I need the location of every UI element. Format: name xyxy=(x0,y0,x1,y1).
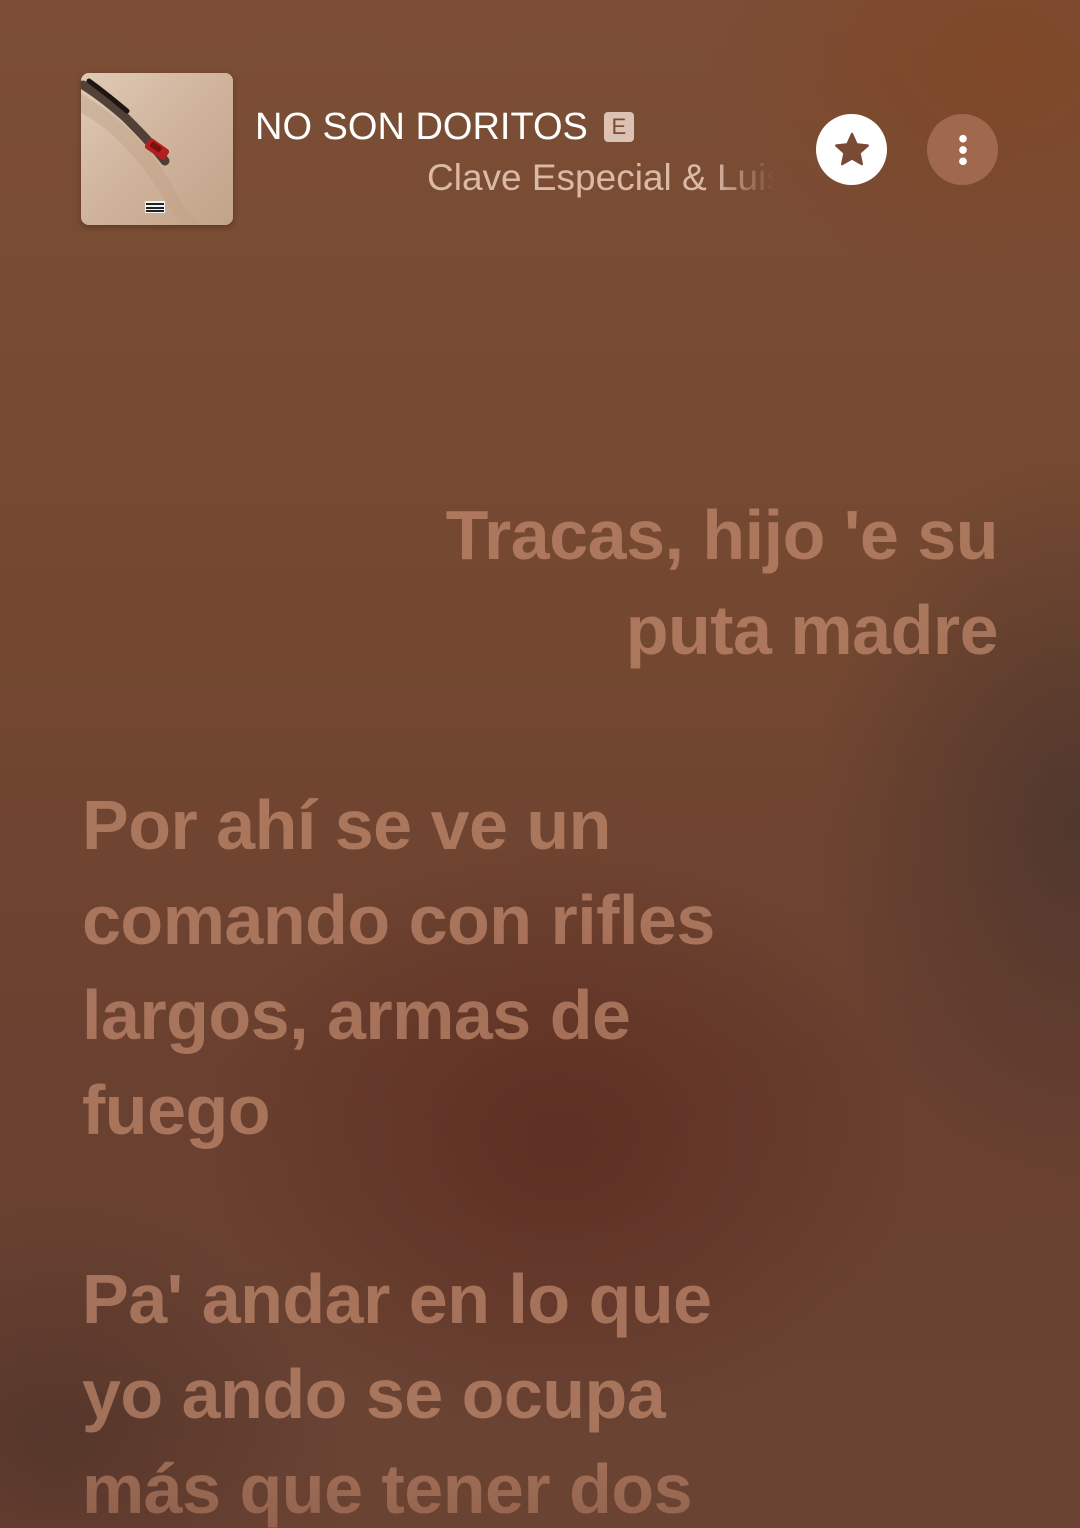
lyric-text: Tracas, hijo 'e su xyxy=(445,496,999,574)
lyric-text: puta madre xyxy=(625,591,999,669)
lyric-text: largos, armas de xyxy=(82,976,631,1054)
lyrics-screen: NO SON DORITOS E Clave Especial & Luis R… xyxy=(0,0,1080,1528)
lyric-text: Pa' andar en lo que xyxy=(82,1260,712,1338)
lyric-text: fuego xyxy=(82,1071,271,1149)
lyric-text: comando con rifles xyxy=(82,881,715,959)
lyric-text: yo ando se ocupa xyxy=(82,1355,666,1433)
lyric-line-3[interactable]: Pa' andar en lo que yo ando se ocupa más… xyxy=(82,1252,842,1528)
lyrics-view[interactable]: Tracas, hijo 'e su puta madre Por ahí se… xyxy=(0,0,1080,1528)
lyric-text: Por ahí se ve un xyxy=(82,786,611,864)
lyric-text: más que tener dos xyxy=(82,1450,693,1528)
lyric-line-1[interactable]: Tracas, hijo 'e su puta madre xyxy=(298,488,999,678)
lyric-line-2[interactable]: Por ahí se ve un comando con rifles larg… xyxy=(82,778,842,1158)
